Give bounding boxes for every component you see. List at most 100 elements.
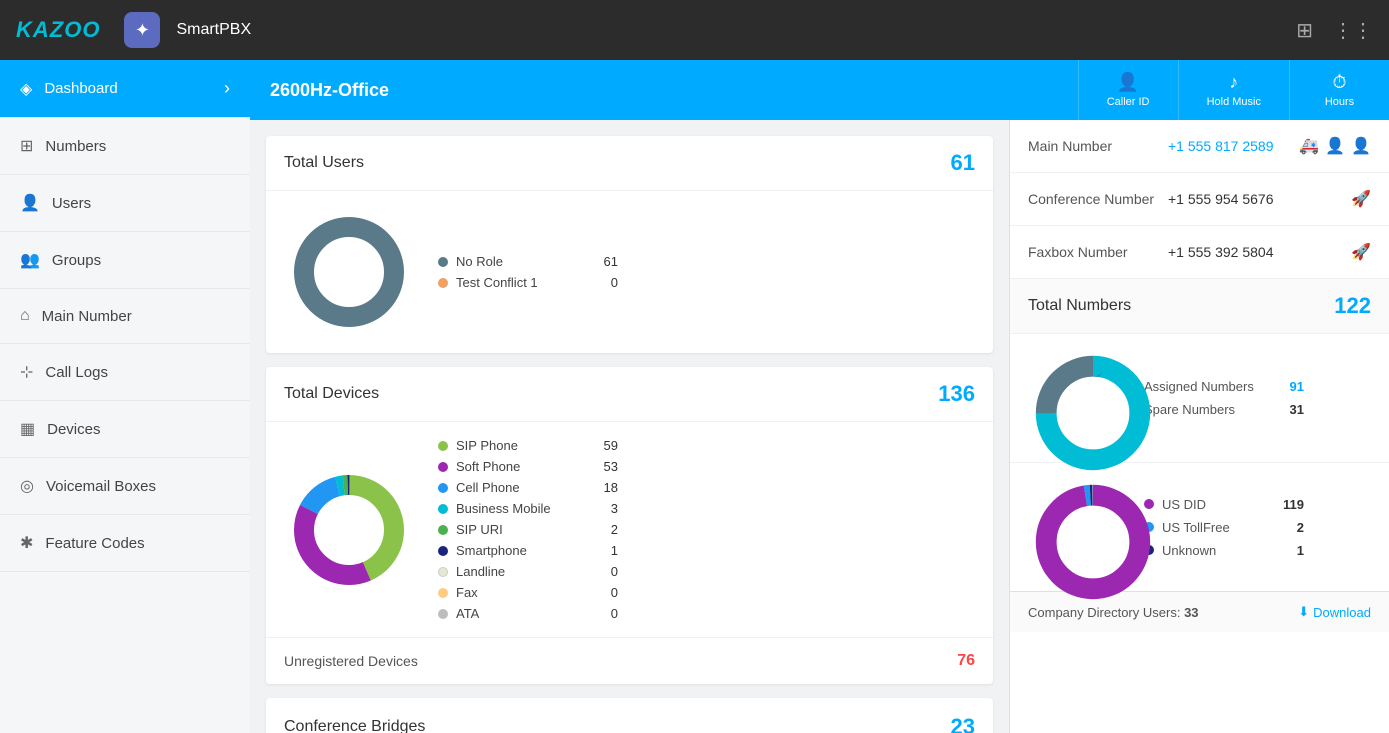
users-legend: No Role 61 Test Conflict 1 0	[438, 254, 618, 290]
apps-grid-icon[interactable]: ⋮⋮	[1333, 18, 1373, 43]
users-chart-row: No Role 61 Test Conflict 1 0	[284, 207, 975, 337]
content-area: Total Users 61	[250, 120, 1389, 733]
assigned-spare-donut	[1028, 348, 1128, 448]
car-icon[interactable]: 🚑	[1299, 136, 1319, 156]
users-donut	[284, 207, 414, 337]
devices-legend: SIP Phone 59 Soft Phone 53	[438, 438, 618, 621]
unregistered-label: Unregistered Devices	[284, 653, 418, 669]
sidebar-item-label: Numbers	[45, 138, 106, 155]
sidebar-item-main-number[interactable]: ⌂ Main Number	[0, 289, 250, 344]
conference-number-value: +1 555 954 5676	[1168, 191, 1341, 207]
total-users-count: 61	[951, 150, 975, 176]
ata-dot	[438, 609, 448, 619]
faxbox-number-value: +1 555 392 5804	[1168, 244, 1341, 260]
hold-music-label: Hold Music	[1207, 96, 1261, 108]
sidebar-item-label: Dashboard	[44, 80, 117, 97]
person-blue-icon[interactable]: 👤	[1351, 136, 1371, 156]
assigned-count: 91	[1290, 379, 1304, 394]
layout-icon[interactable]: ⊞	[1296, 18, 1313, 43]
main-number-label: Main Number	[1028, 138, 1158, 154]
account-header: 2600Hz-Office 👤 Caller ID ♪ Hold Music ⏱…	[250, 60, 1389, 120]
number-types-section: US DID 119 US TollFree 2 Unknown	[1010, 462, 1389, 591]
logo: KAZOO	[16, 17, 100, 43]
unregistered-row: Unregistered Devices 76	[266, 637, 993, 684]
legend-item-no-role: No Role 61	[438, 254, 618, 269]
hours-action[interactable]: ⏱ Hours	[1289, 60, 1389, 120]
sidebar-item-devices[interactable]: ▦ Devices	[0, 401, 250, 458]
right-panel: Main Number +1 555 817 2589 🚑 👤 👤 Confer…	[1009, 120, 1389, 733]
smartphone-label: Smartphone	[456, 543, 586, 558]
sidebar-item-numbers[interactable]: ⊞ Numbers	[0, 118, 250, 175]
no-role-dot	[438, 257, 448, 267]
sidebar-item-feature-codes[interactable]: ✱ Feature Codes	[0, 515, 250, 572]
dashboard-icon: ◈	[20, 79, 32, 99]
legend-soft-phone: Soft Phone 53	[438, 459, 618, 474]
landline-dot	[438, 567, 448, 577]
users-icon: 👤	[20, 193, 40, 213]
faxbox-number-label: Faxbox Number	[1028, 244, 1158, 260]
conference-bridges-row: Conference Bridges 23	[266, 698, 993, 733]
person-green-icon[interactable]: 👤	[1325, 136, 1345, 156]
users-donut-svg	[284, 207, 414, 337]
legend-landline: Landline 0	[438, 564, 618, 579]
total-numbers-title: Total Numbers	[1028, 297, 1131, 315]
unregistered-count: 76	[957, 652, 975, 670]
legend-fax: Fax 0	[438, 585, 618, 600]
no-role-label: No Role	[456, 254, 586, 269]
total-users-card: Total Users 61	[266, 136, 993, 353]
hours-label: Hours	[1325, 96, 1354, 108]
assigned-spare-section: Assigned Numbers 91 Spare Numbers 31	[1010, 334, 1389, 462]
soft-phone-dot	[438, 462, 448, 472]
sidebar-item-call-logs[interactable]: ⊹ Call Logs	[0, 344, 250, 401]
assigned-spare-svg	[1028, 348, 1158, 478]
sidebar-item-voicemail-boxes[interactable]: ◎ Voicemail Boxes	[0, 458, 250, 515]
spare-count: 31	[1290, 402, 1304, 417]
download-label: Download	[1313, 605, 1371, 620]
us-tollfree-label: US TollFree	[1162, 520, 1289, 535]
main-number-icon: ⌂	[20, 307, 30, 325]
download-icon: ⬇	[1298, 604, 1309, 620]
sidebar-item-groups[interactable]: 👥 Groups	[0, 232, 250, 289]
ata-label: ATA	[456, 606, 586, 621]
sip-phone-count: 59	[594, 438, 618, 453]
sidebar-item-label: Groups	[52, 252, 101, 269]
caller-id-action[interactable]: 👤 Caller ID	[1078, 60, 1178, 120]
sip-phone-label: SIP Phone	[456, 438, 586, 453]
sip-uri-label: SIP URI	[456, 522, 586, 537]
conference-bridges-title: Conference Bridges	[284, 718, 425, 733]
number-types-donut	[1028, 477, 1128, 577]
number-types-chart-row: US DID 119 US TollFree 2 Unknown	[1028, 477, 1371, 577]
sidebar-item-label: Devices	[47, 421, 100, 438]
legend-cell-phone: Cell Phone 18	[438, 480, 618, 495]
caller-id-icon: 👤	[1117, 72, 1139, 93]
assigned-spare-chart-row: Assigned Numbers 91 Spare Numbers 31	[1028, 348, 1371, 448]
conference-number-label: Conference Number	[1028, 191, 1158, 207]
total-users-header: Total Users 61	[266, 136, 993, 191]
spare-legend-item: Spare Numbers 31	[1144, 402, 1304, 417]
ata-count: 0	[594, 606, 618, 621]
sidebar: ◈ Dashboard › ⊞ Numbers 👤 Users 👥 Groups…	[0, 60, 250, 733]
hold-music-action[interactable]: ♪ Hold Music	[1178, 60, 1289, 120]
legend-business-mobile: Business Mobile 3	[438, 501, 618, 516]
app-name: SmartPBX	[176, 21, 251, 39]
groups-icon: 👥	[20, 250, 40, 270]
business-mobile-dot	[438, 504, 448, 514]
conference-rocket-icon[interactable]: 🚀	[1351, 189, 1371, 209]
total-devices-title: Total Devices	[284, 385, 379, 403]
nav-right: ⊞ ⋮⋮	[1296, 18, 1373, 43]
sidebar-item-dashboard[interactable]: ◈ Dashboard ›	[0, 60, 250, 118]
app-icon: ✦	[124, 12, 160, 48]
conference-number-row: Conference Number +1 555 954 5676 🚀	[1010, 173, 1389, 226]
total-devices-card: Total Devices 136	[266, 367, 993, 684]
assigned-label: Assigned Numbers	[1144, 379, 1282, 394]
sidebar-arrow: ›	[224, 78, 230, 99]
sidebar-item-users[interactable]: 👤 Users	[0, 175, 250, 232]
fax-count: 0	[594, 585, 618, 600]
sidebar-item-label: Call Logs	[45, 364, 108, 381]
download-button[interactable]: ⬇ Download	[1298, 604, 1371, 620]
faxbox-rocket-icon[interactable]: 🚀	[1351, 242, 1371, 262]
hours-icon: ⏱	[1332, 72, 1346, 93]
conference-number-actions: 🚀	[1351, 189, 1371, 209]
fax-dot	[438, 588, 448, 598]
unknown-label: Unknown	[1162, 543, 1289, 558]
